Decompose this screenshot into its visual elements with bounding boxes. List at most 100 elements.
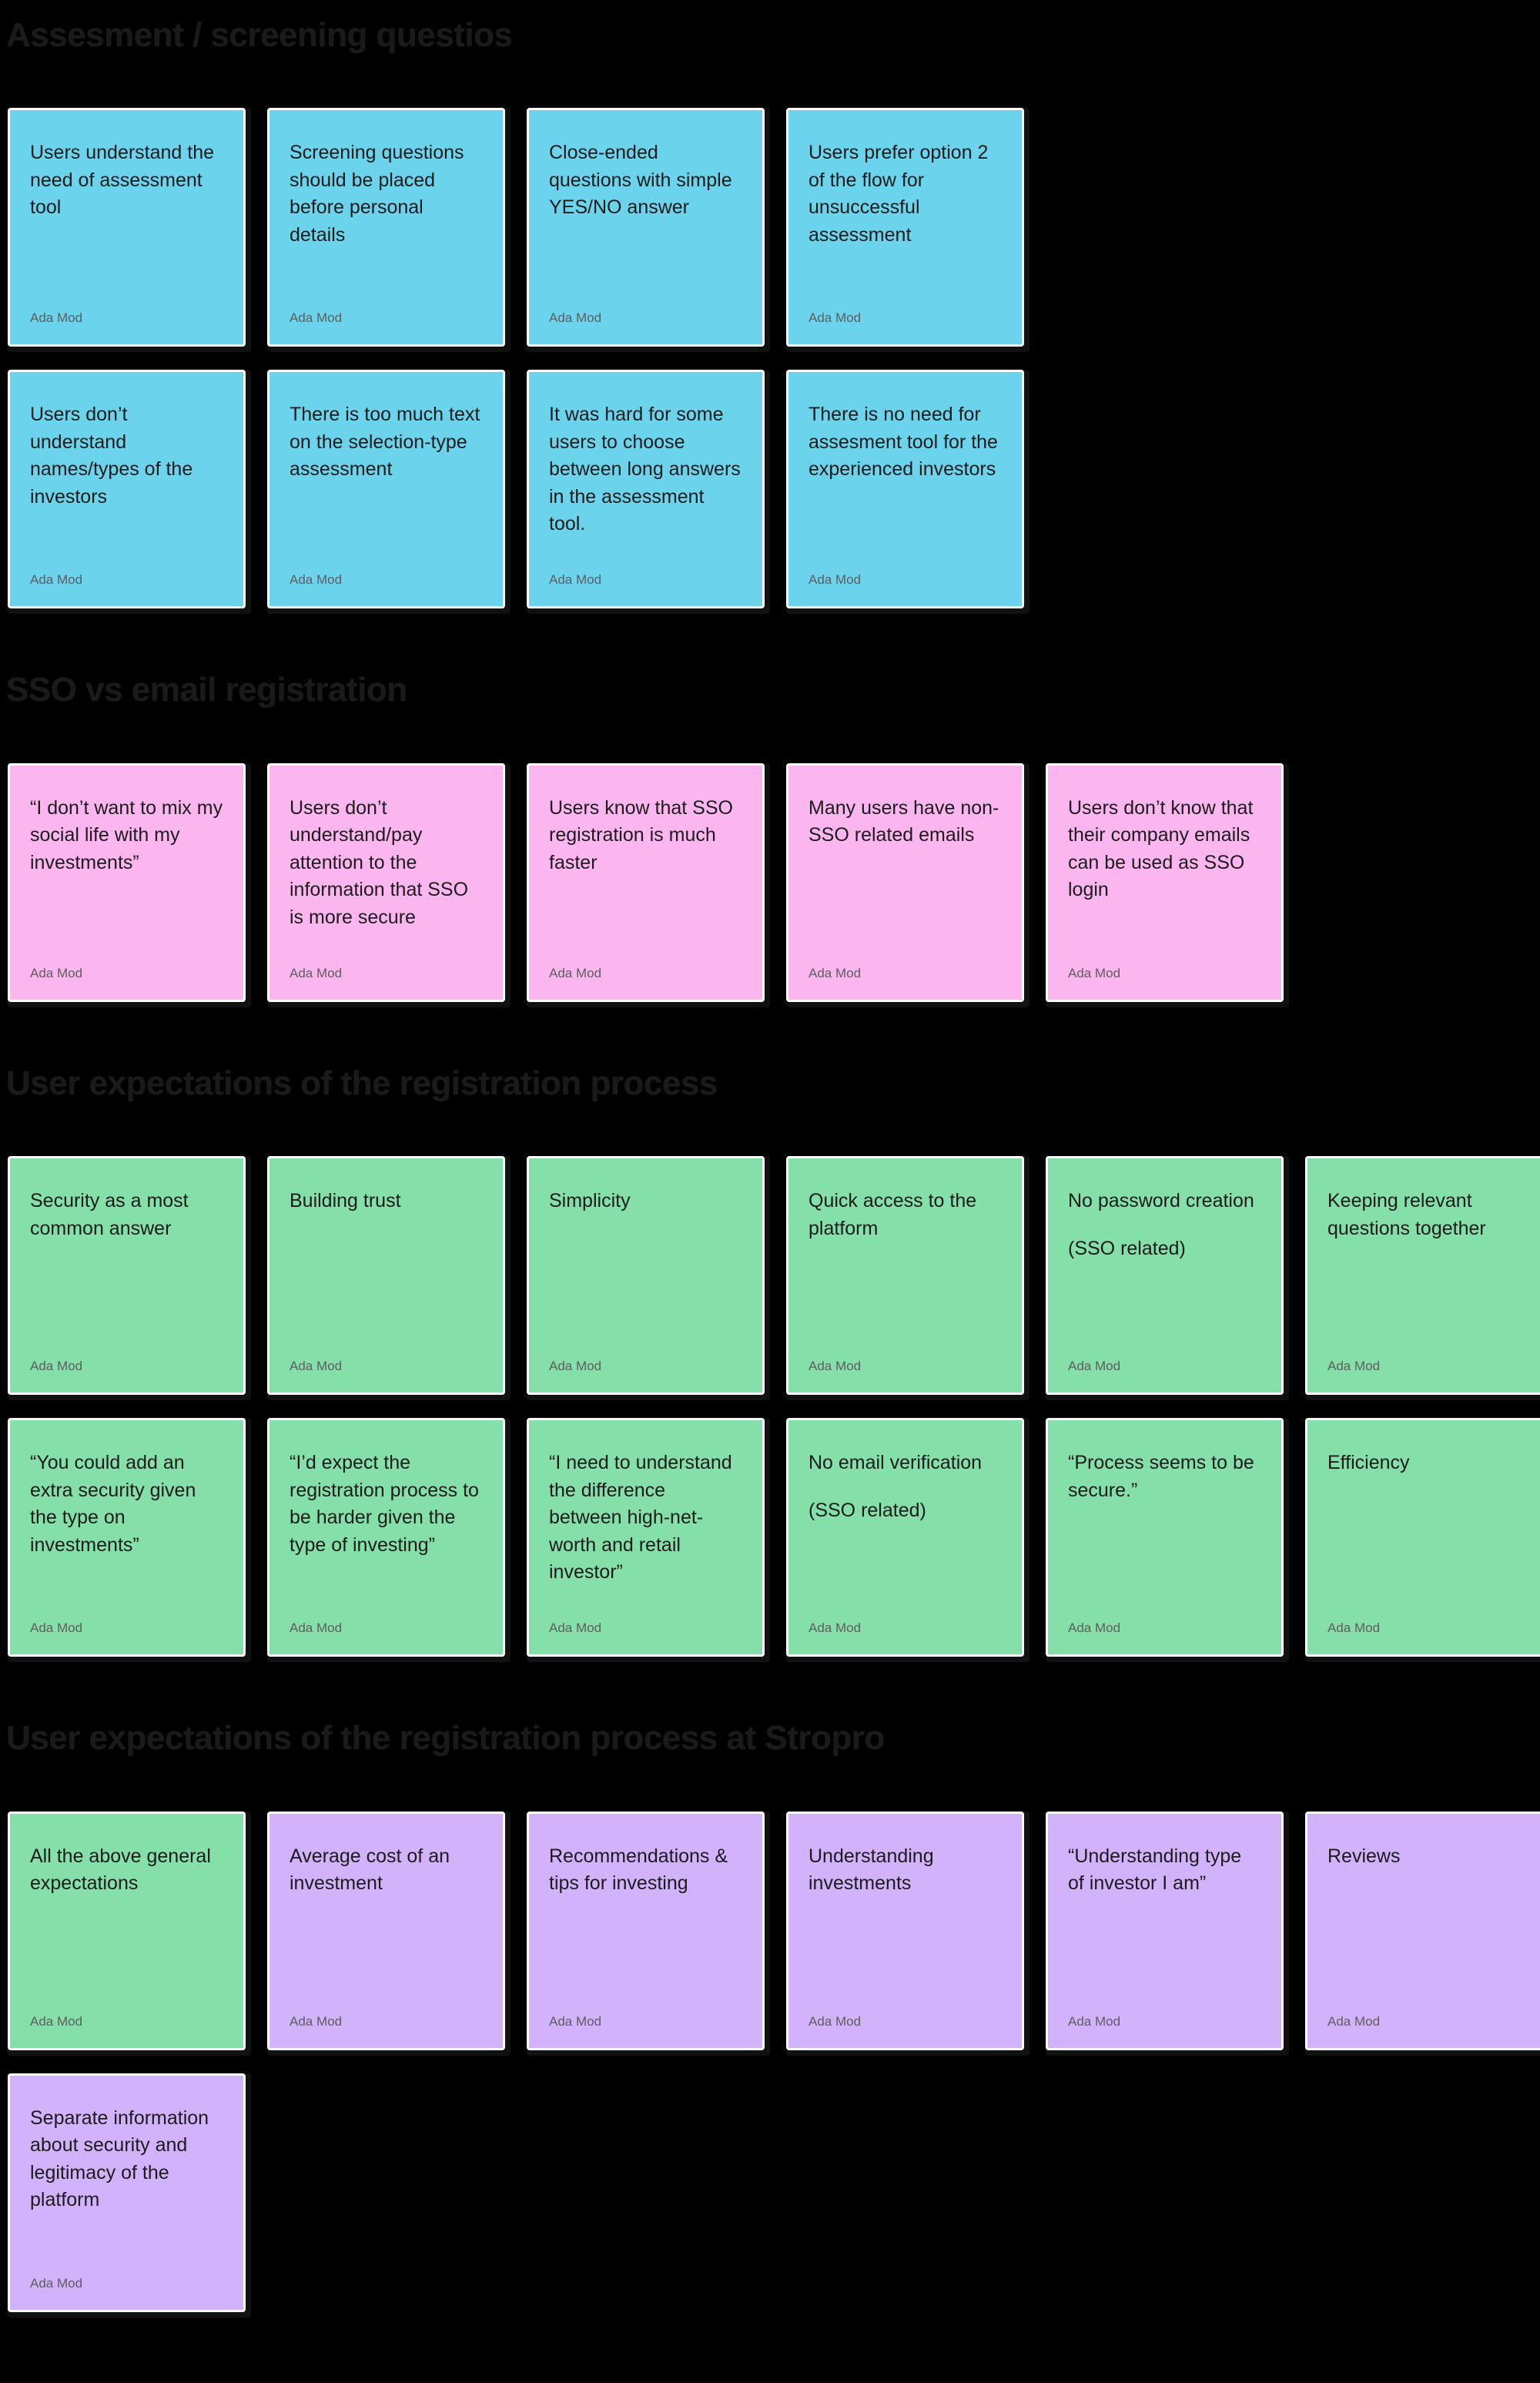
card-slot: Many users have non-SSO related emails Ad… (778, 754, 1038, 1011)
card-body: Quick access to the platform (808, 1188, 1002, 1359)
card-author: Ada Mod (549, 1621, 602, 1636)
card-slot: Users don’t understand names/types of th… (0, 360, 259, 618)
sticky-note-card[interactable]: “I need to understand the difference bet… (527, 1418, 765, 1657)
sticky-note-card[interactable]: Keeping relevant questions together Ada M… (1305, 1156, 1540, 1396)
card-body: Many users have non-SSO related emails (808, 795, 1002, 966)
card-author: Ada Mod (549, 310, 602, 326)
sticky-note-card[interactable]: “You could add an extra security given t… (8, 1418, 246, 1657)
sticky-note-card[interactable]: “I don’t want to mix my social life with… (8, 762, 246, 1002)
card-body: “Process seems to be secure.” (1068, 1450, 1261, 1621)
sticky-note-card[interactable]: Understanding investments Ada Mod (786, 1811, 1024, 2050)
card-body: Building trust (290, 1188, 483, 1359)
sticky-note-card[interactable]: There is no need for assesment tool for … (786, 370, 1024, 609)
card-slot: No email verification (SSO related) Ada Mo… (778, 1409, 1038, 1666)
sticky-note-card[interactable]: “I’d expect the registration process to … (267, 1418, 505, 1657)
sticky-note-card[interactable]: Many users have non-SSO related emails Ad… (786, 762, 1024, 1002)
card-body: Understanding investments (808, 1843, 1002, 2014)
card-row: Users understand the need of assessment … (0, 99, 1540, 356)
card-author: Ada Mod (1068, 1621, 1121, 1636)
card-body: No email verification (SSO related) (808, 1450, 1002, 1621)
card-author: Ada Mod (549, 572, 602, 588)
sticky-note-card[interactable]: Separate information about security and … (8, 2073, 246, 2312)
card-author: Ada Mod (1068, 965, 1121, 980)
card-text: Users don’t understand names/types of th… (30, 404, 193, 508)
card-slot: Security as a most common answer Ada Mod (0, 1147, 259, 1404)
card-body: Users don’t understand/pay attention to … (290, 795, 483, 966)
sticky-note-card[interactable]: Recommendations & tips for investing Ada … (527, 1811, 765, 2050)
sticky-note-card[interactable]: Reviews Ada Mod (1305, 1811, 1540, 2050)
sticky-note-card[interactable]: Simplicity Ada Mod (527, 1156, 765, 1396)
card-slot: Reviews Ada Mod (1297, 1802, 1540, 2060)
card-slot: “I need to understand the difference bet… (519, 1409, 778, 1666)
card-slot: “Process seems to be secure.” Ada Mod (1038, 1409, 1297, 1666)
card-author: Ada Mod (290, 1621, 343, 1636)
card-slot: “I’d expect the registration process to … (259, 1409, 519, 1666)
card-author: Ada Mod (30, 2275, 83, 2291)
card-slot: “I don’t want to mix my social life with… (0, 754, 259, 1011)
card-text: All the above general expectations (30, 1845, 211, 1895)
card-body: Average cost of an investment (290, 1843, 483, 2014)
card-author: Ada Mod (808, 965, 862, 980)
card-text: “Process seems to be secure.” (1068, 1452, 1254, 1501)
card-row: All the above general expectations Ada Mo… (0, 1802, 1540, 2060)
card-author: Ada Mod (290, 1359, 343, 1374)
card-text: Recommendations & tips for investing (549, 1845, 728, 1895)
card-text: (SSO related) (808, 1499, 926, 1521)
sticky-note-card[interactable]: Close-ended questions with simple YES/NO… (527, 108, 765, 347)
sticky-note-card[interactable]: “Process seems to be secure.” Ada Mod (1046, 1418, 1284, 1657)
sticky-note-card[interactable]: No email verification (SSO related) Ada Mo… (786, 1418, 1024, 1657)
card-slot: Recommendations & tips for investing Ada … (519, 1802, 778, 2060)
card-body: Reviews (1327, 1843, 1521, 2014)
sticky-note-card[interactable]: Users don’t know that their company emai… (1046, 762, 1284, 1002)
card-slot: Understanding investments Ada Mod (778, 1802, 1038, 2060)
card-slot: Close-ended questions with simple YES/NO… (519, 99, 778, 356)
card-author: Ada Mod (30, 965, 83, 980)
heading-spacer (0, 54, 1540, 99)
card-author: Ada Mod (1327, 2013, 1381, 2029)
card-text: “I need to understand the difference bet… (549, 1452, 732, 1584)
card-body: Users don’t understand names/types of th… (30, 401, 223, 572)
card-author: Ada Mod (549, 2013, 602, 2029)
card-body: Users know that SSO registration is much… (549, 795, 742, 966)
card-slot: There is too much text on the selection-… (259, 360, 519, 618)
sticky-note-card[interactable]: Screening questions should be placed bef… (267, 108, 505, 347)
sticky-note-card[interactable]: No password creation (SSO related) Ada Mod (1046, 1156, 1284, 1396)
sticky-note-card[interactable]: There is too much text on the selection-… (267, 370, 505, 609)
sticky-note-card[interactable]: Quick access to the platform Ada Mod (786, 1156, 1024, 1396)
card-slot: There is no need for assesment tool for … (778, 360, 1038, 618)
sticky-note-card[interactable]: Average cost of an investment Ada Mod (267, 1811, 505, 2050)
sticky-note-card[interactable]: It was hard for some users to choose bet… (527, 370, 765, 609)
card-author: Ada Mod (290, 2013, 343, 2029)
card-author: Ada Mod (290, 310, 343, 326)
card-text: Security as a most common answer (30, 1190, 189, 1239)
sticky-note-card[interactable]: Users prefer option 2 of the flow for un… (786, 108, 1024, 347)
sticky-note-card[interactable]: Building trust Ada Mod (267, 1156, 505, 1396)
card-body: Simplicity (549, 1188, 742, 1359)
card-slot: Users don’t know that their company emai… (1038, 754, 1297, 1011)
card-body: Users don’t know that their company emai… (1068, 795, 1261, 966)
sticky-note-card[interactable]: Users don’t understand names/types of th… (8, 370, 246, 609)
card-body: Separate information about security and … (30, 2105, 223, 2276)
card-body: “I don’t want to mix my social life with… (30, 795, 223, 966)
sticky-note-card[interactable]: “Understanding type of investor I am” Ada… (1046, 1811, 1284, 2050)
sticky-note-card[interactable]: Security as a most common answer Ada Mod (8, 1156, 246, 1396)
sticky-note-card[interactable]: All the above general expectations Ada Mo… (8, 1811, 246, 2050)
card-slot: Average cost of an investment Ada Mod (259, 1802, 519, 2060)
card-text: Separate information about security and … (30, 2106, 209, 2211)
section-assessment-screening-questions: Assesment / screening questios Users unde… (0, 0, 1540, 618)
card-author: Ada Mod (808, 1359, 862, 1374)
card-author: Ada Mod (808, 572, 862, 588)
sticky-note-card[interactable]: Efficiency Ada Mod (1305, 1418, 1540, 1657)
card-row: “I don’t want to mix my social life with… (0, 754, 1540, 1011)
sticky-note-card[interactable]: Users know that SSO registration is much… (527, 762, 765, 1002)
sticky-note-card[interactable]: Users don’t understand/pay attention to … (267, 762, 505, 1002)
card-body: Keeping relevant questions together (1327, 1188, 1521, 1359)
card-author: Ada Mod (1327, 1359, 1381, 1374)
sticky-note-card[interactable]: Users understand the need of assessment … (8, 108, 246, 347)
card-text: Simplicity (549, 1190, 631, 1212)
card-author: Ada Mod (30, 572, 83, 588)
section-user-expectations-registration-process-stropro: User expectations of the registration pr… (0, 1666, 1540, 2321)
card-text: “You could add an extra security given t… (30, 1452, 196, 1556)
card-slot: Building trust Ada Mod (259, 1147, 519, 1404)
